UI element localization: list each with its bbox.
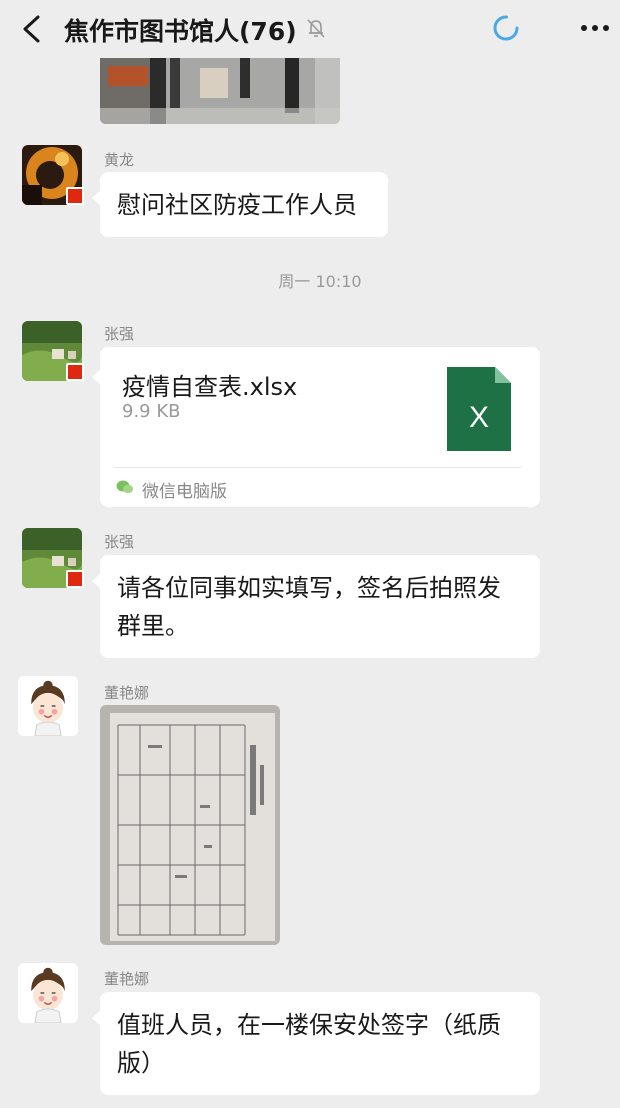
excel-file-icon: X (447, 367, 511, 451)
source-text: 微信电脑版 (142, 482, 227, 502)
avatar[interactable] (18, 963, 78, 1023)
sender-name: 黄龙 (104, 151, 135, 169)
message-bubble[interactable]: 请各位同事如实填写，签名后拍照发 群里。 (92, 555, 540, 658)
excel-icon-letter: X (469, 401, 489, 434)
message-text-line: 值班人员，在一楼保安处签字（纸质 (117, 1011, 501, 1039)
photo-message-partial[interactable] (100, 58, 340, 124)
document-photo-message[interactable] (100, 705, 280, 945)
flag-badge (66, 363, 84, 381)
chat-header: 焦作市图书馆人(76) (0, 0, 620, 58)
avatar[interactable] (18, 676, 78, 736)
more-options-icon[interactable] (578, 16, 612, 40)
divider (114, 467, 522, 468)
message-text-line: 版） (117, 1049, 165, 1077)
flag-badge (66, 570, 84, 588)
message-text-line: 请各位同事如实填写，签名后拍照发 (117, 574, 501, 602)
sender-name: 董艳娜 (104, 684, 150, 702)
chat-title: 焦作市图书馆人(76) (64, 17, 297, 46)
timestamp: 周一 10:10 (278, 272, 362, 291)
wechat-pc-icon (116, 480, 133, 494)
back-arrow-icon[interactable] (18, 14, 46, 44)
sender-name: 董艳娜 (104, 970, 150, 988)
message-text-line: 群里。 (117, 612, 189, 640)
file-size: 9.9 KB (122, 401, 181, 422)
flag-badge (66, 187, 84, 205)
file-name: 疫情自查表.xlsx (122, 373, 298, 401)
message-bubble[interactable]: 慰问社区防疫工作人员 (92, 172, 388, 237)
sender-name: 张强 (104, 533, 135, 551)
loading-spinner-icon (493, 15, 519, 41)
message-bubble[interactable]: 值班人员，在一楼保安处签字（纸质 版） (92, 992, 540, 1095)
file-message-card[interactable]: 疫情自查表.xlsx 9.9 KB X 微信电脑版 (92, 347, 540, 507)
sender-name: 张强 (104, 325, 135, 343)
message-text: 慰问社区防疫工作人员 (117, 191, 357, 219)
mute-bell-icon (307, 19, 325, 38)
